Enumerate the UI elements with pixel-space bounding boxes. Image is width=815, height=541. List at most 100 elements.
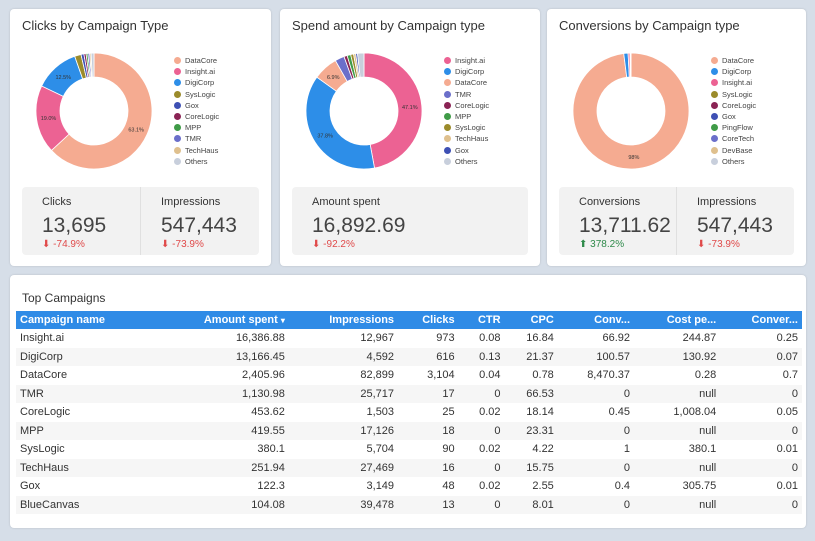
table-cell: 453.62 (251, 406, 285, 419)
table-cell: TMR (16, 384, 156, 403)
table-cell: 13,166.45 (155, 347, 289, 366)
chart-card: Conversions by Campaign type 98% DataCore D… (547, 9, 806, 266)
column-header[interactable]: Campaign name (16, 311, 156, 329)
legend-item[interactable]: Insight.ai (174, 66, 219, 77)
table-row[interactable]: BlueCanvas 104.08 39,478 13 0 8.01 0 null 0 (16, 495, 802, 514)
legend-swatch-icon (711, 90, 718, 98)
table-cell: TechHaus (16, 458, 156, 477)
table-cell: 305.75 (682, 480, 717, 493)
table-row[interactable]: MPP 419.55 17,126 18 0 23.31 0 null 0 (16, 421, 802, 440)
legend-label: Others (185, 156, 208, 166)
table-row[interactable]: TechHaus 251.94 27,469 16 0 15.75 0 null 0 (16, 458, 802, 477)
arrow-down-icon: ⬇ (312, 239, 321, 250)
table-cell: null (634, 458, 721, 477)
kpi-delta: 378.2% (590, 239, 625, 250)
table-cell: Insight.ai (20, 332, 65, 345)
table-cell: 0 (557, 495, 635, 514)
table-row[interactable]: DigiCorp 13,166.45 4,592 616 0.13 21.37 100.57… (16, 347, 802, 366)
legend-item[interactable]: DevBase (711, 145, 756, 156)
table-row[interactable]: Insight.ai 16,386.88 12,967 973 0.08 16.84 66.… (16, 329, 802, 348)
legend-item[interactable]: DigiCorp (174, 77, 219, 88)
legend-item[interactable]: Gox (174, 100, 219, 111)
legend-label: MPP (455, 112, 472, 122)
table-cell: 0 (557, 458, 635, 477)
table-cell: 1,503 (366, 406, 395, 419)
legend-item[interactable]: TMR (444, 89, 489, 100)
column-header[interactable]: Clicks (398, 311, 459, 329)
legend-label: DataCore (185, 56, 218, 66)
column-header[interactable]: Cost pe... (634, 311, 721, 329)
chart-legend: Insight.ai DigiCorp DataCore TMR CoreLogic MP… (444, 55, 489, 167)
legend-item[interactable]: Others (174, 156, 219, 167)
legend-label: SysLogic (722, 89, 753, 99)
legend-label: PingFlow (722, 123, 753, 133)
legend-item[interactable]: TechHaus (174, 145, 219, 156)
legend-item[interactable]: Gox (444, 145, 489, 156)
kpi-label: Amount spent (312, 196, 380, 208)
legend-label: DataCore (722, 56, 755, 66)
legend-item[interactable]: DataCore (444, 77, 489, 88)
table-row[interactable]: SysLogic 380.1 5,704 90 0.02 4.22 1 380.1 0.01 (16, 440, 802, 459)
legend-swatch-icon (174, 124, 181, 132)
legend-item[interactable]: CoreTech (711, 133, 756, 144)
legend-item[interactable]: MPP (174, 122, 219, 133)
kpi-delta: -92.2% (323, 239, 355, 250)
legend-item[interactable]: Others (444, 156, 489, 167)
legend-item[interactable]: CoreLogic (711, 100, 756, 111)
table-cell: 380.1 (257, 443, 285, 456)
column-label: Conv... (594, 314, 631, 326)
column-header[interactable]: Conv... (557, 311, 635, 329)
legend-item[interactable]: CoreLogic (444, 100, 489, 111)
slice-label: 12.5% (55, 75, 71, 81)
table-cell: 21.37 (504, 347, 558, 366)
legend-label: CoreLogic (722, 100, 757, 110)
column-header[interactable]: Conver... (720, 311, 802, 329)
legend-item[interactable]: DataCore (174, 55, 219, 66)
legend-item[interactable]: DataCore (711, 55, 756, 66)
legend-label: DevBase (722, 145, 753, 155)
legend-label: Insight.ai (185, 67, 216, 77)
column-header[interactable]: Amount spent ▾ (155, 311, 289, 329)
column-header[interactable]: CPC (504, 311, 558, 329)
table-cell: 25 (442, 406, 455, 419)
legend-item[interactable]: SysLogic (174, 89, 219, 100)
table-cell: 0.05 (776, 406, 798, 419)
campaigns-table: Campaign name Amount spent ▾ Impressions Cl… (16, 311, 802, 514)
legend-item[interactable]: MPP (444, 111, 489, 122)
legend-label: CoreLogic (185, 112, 220, 122)
column-header[interactable]: CTR (458, 311, 505, 329)
table-cell: 4,592 (288, 347, 399, 366)
donut-chart: 98% (572, 52, 690, 170)
legend-item[interactable]: SysLogic (444, 122, 489, 133)
legend-item[interactable]: TMR (174, 133, 219, 144)
kpi-label: Conversions (579, 196, 641, 208)
slice-DigiCorp[interactable] (305, 76, 375, 170)
legend-item[interactable]: PingFlow (711, 122, 756, 133)
column-header[interactable]: Impressions (288, 311, 399, 329)
table-cell: 0.07 (720, 347, 802, 366)
table-row[interactable]: Gox 122.3 3,149 48 0.02 2.55 0.4 305.75 0.01 (16, 477, 802, 496)
legend-item[interactable]: Insight.ai (444, 55, 489, 66)
legend-item[interactable]: Insight.ai (711, 77, 756, 88)
table-row[interactable]: DataCore 2,405.96 82,899 3,104 0.04 0.78 8,470… (16, 366, 802, 385)
table-cell: 16,386.88 (235, 332, 285, 345)
table-cell: 66.53 (504, 384, 558, 403)
table-cell: 8.01 (504, 495, 558, 514)
table-row[interactable]: CoreLogic 453.62 1,503 25 0.02 18.14 0.45 1,008… (16, 403, 802, 422)
legend-label: Gox (722, 112, 736, 122)
table-row[interactable]: TMR 1,130.98 25,717 17 0 66.53 0 null 0 (16, 384, 802, 403)
table-cell: 0.02 (479, 406, 501, 419)
kpi-impressions: Impressions 547,443 ⬇ -73.9% (676, 187, 794, 255)
legend-item[interactable]: SysLogic (711, 89, 756, 100)
legend-label: SysLogic (185, 89, 216, 99)
legend-item[interactable]: CoreLogic (174, 111, 219, 122)
chart-legend: DataCore DigiCorp Insight.ai SysLogic CoreLo… (711, 55, 756, 167)
legend-item[interactable]: DigiCorp (711, 66, 756, 77)
sort-desc-icon[interactable]: ▾ (281, 316, 285, 325)
legend-swatch-icon (174, 57, 181, 65)
legend-item[interactable]: DigiCorp (444, 66, 489, 77)
legend-item[interactable]: Gox (711, 111, 756, 122)
legend-item[interactable]: TechHaus (444, 133, 489, 144)
legend-item[interactable]: Others (711, 156, 756, 167)
legend-swatch-icon (711, 113, 718, 121)
